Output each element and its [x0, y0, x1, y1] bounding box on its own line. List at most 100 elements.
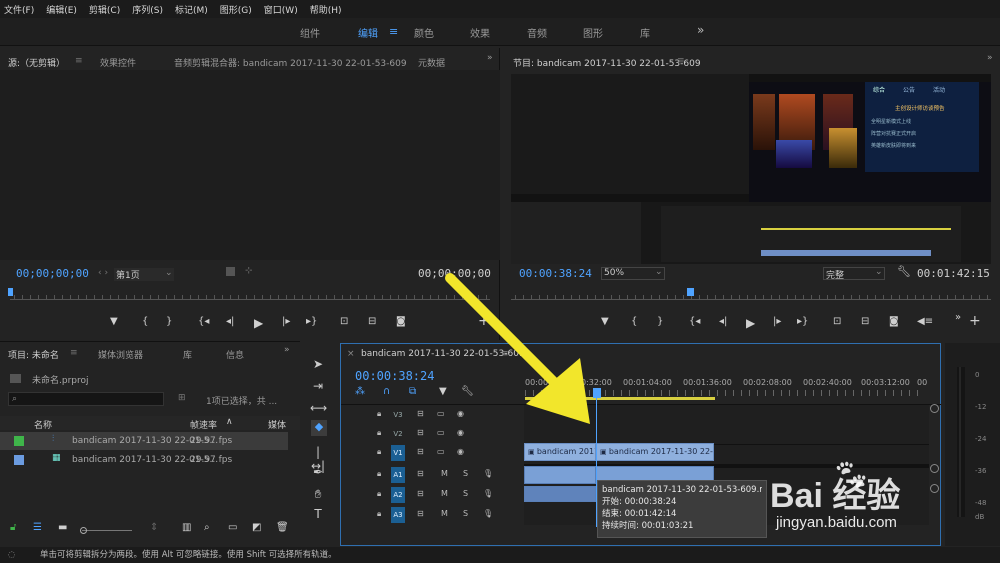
solo-button[interactable]: S: [463, 469, 468, 478]
camera-icon[interactable]: ◙: [396, 316, 406, 327]
menu-item[interactable]: 文件(F): [4, 3, 34, 16]
marker-icon[interactable]: ▼: [110, 316, 118, 327]
menu-item[interactable]: 序列(S): [132, 3, 163, 16]
type-tool-icon[interactable]: T: [310, 507, 326, 521]
menu-item[interactable]: 剪辑(C): [89, 3, 120, 16]
project-search-input[interactable]: ⌕: [8, 392, 164, 406]
mute-button[interactable]: M: [441, 509, 448, 518]
find-icon[interactable]: ⌕: [204, 522, 210, 533]
chevron-down-icon[interactable]: ⌄: [165, 268, 173, 278]
tab-media-browser[interactable]: 媒体浏览器: [98, 348, 143, 361]
add-button-icon[interactable]: +: [969, 313, 981, 329]
tab-metadata[interactable]: 元数据: [418, 56, 445, 69]
source-menu-icon[interactable]: ≡: [75, 56, 83, 66]
sync-lock-icon[interactable]: ⊟: [417, 447, 424, 456]
menu-item[interactable]: 帮助(H): [310, 3, 342, 16]
mark-out-icon[interactable]: }: [657, 316, 663, 327]
track-target-button[interactable]: A3: [391, 507, 405, 523]
mic-icon[interactable]: 🎙︎: [483, 469, 493, 478]
project-menu-icon[interactable]: ≡: [70, 348, 78, 358]
menu-item[interactable]: 图形(G): [220, 3, 252, 16]
sync-lock-icon[interactable]: ⊟: [417, 409, 424, 418]
tab-audio-clip-mixer[interactable]: 音频剪辑混合器: bandicam 2017-11-30 22-01-53-60…: [174, 56, 407, 69]
step-forward-icon[interactable]: |▸: [282, 316, 290, 327]
list-view-icon[interactable]: ☰: [33, 522, 42, 533]
hand-tool-icon[interactable]: ✋︎: [310, 487, 326, 502]
tab-libraries[interactable]: 库: [183, 348, 192, 361]
compare-icon[interactable]: ◀≡: [917, 316, 933, 327]
overwrite-icon[interactable]: ⊟: [368, 316, 376, 327]
lock-icon[interactable]: 🔒︎: [377, 509, 381, 519]
workspace-tab-graphics[interactable]: 图形: [583, 25, 603, 40]
workspace-tab-editing[interactable]: 编辑: [358, 25, 378, 40]
settings-icon[interactable]: ⊹: [245, 266, 253, 276]
workspace-more-icon[interactable]: »: [697, 23, 704, 37]
lock-icon[interactable]: 🔒︎: [377, 469, 381, 479]
track-target-button[interactable]: V3: [391, 407, 405, 423]
selection-tool-icon[interactable]: ➤: [310, 357, 326, 371]
track-target-button[interactable]: A2: [391, 487, 405, 503]
project-item[interactable]: ▦ bandicam 2017-11-30 22-01-5... 29.97 f…: [0, 451, 288, 469]
zoom-slider-handle[interactable]: [80, 527, 87, 534]
icon-view-icon[interactable]: ▬: [58, 522, 67, 533]
sync-lock-icon[interactable]: ⊟: [417, 428, 424, 437]
label-color-swatch[interactable]: [14, 436, 24, 446]
go-out-icon[interactable]: ▸}: [797, 316, 808, 327]
program-playhead[interactable]: [687, 288, 694, 296]
close-icon[interactable]: ×: [347, 349, 355, 359]
tab-effect-controls[interactable]: 效果控件: [100, 56, 136, 69]
go-in-icon[interactable]: {◂: [198, 316, 209, 327]
snap-icon[interactable]: ∩: [383, 386, 390, 397]
source-time-ruler[interactable]: [10, 288, 490, 300]
linked-selection-icon[interactable]: ⧉: [409, 386, 416, 397]
lock-icon[interactable]: 🔒︎: [377, 447, 381, 457]
lock-icon[interactable]: 🔓︎: [10, 522, 16, 533]
mute-button[interactable]: M: [441, 469, 448, 478]
menu-item[interactable]: 标记(M): [175, 3, 208, 16]
workspace-tab-color[interactable]: 颜色: [414, 25, 434, 40]
timeline-timecode[interactable]: 00:00:38:24: [355, 369, 434, 383]
nest-icon[interactable]: ⁂: [355, 386, 365, 397]
tab-program[interactable]: 节目: bandicam 2017-11-30 22-01-53-609: [513, 56, 701, 69]
solo-button[interactable]: S: [463, 509, 468, 518]
mark-in-icon[interactable]: {: [631, 316, 637, 327]
step-forward-icon[interactable]: |▸: [773, 316, 781, 327]
workspace-tab-libraries[interactable]: 库: [640, 25, 650, 40]
mic-icon[interactable]: 🎙︎: [483, 489, 493, 498]
automate-icon[interactable]: ▥: [182, 522, 191, 533]
safe-margin-icon[interactable]: [226, 267, 235, 276]
step-back-icon[interactable]: ◂|: [719, 316, 727, 327]
play-icon[interactable]: ▶: [254, 316, 263, 330]
bin-icon[interactable]: ⊞: [178, 393, 186, 403]
panel-more-icon[interactable]: »: [487, 53, 493, 63]
source-playhead[interactable]: [8, 288, 13, 296]
insert-icon[interactable]: ⊡: [340, 316, 348, 327]
tab-project[interactable]: 项目: 未命名: [8, 348, 59, 361]
lock-icon[interactable]: 🔒︎: [377, 489, 381, 499]
sync-lock-icon[interactable]: ⊟: [417, 509, 424, 518]
sort-icon[interactable]: ⇕: [150, 522, 158, 533]
play-icon[interactable]: ▶: [746, 316, 755, 330]
mute-button[interactable]: M: [441, 489, 448, 498]
source-timecode[interactable]: 00;00;00;00: [16, 267, 89, 280]
program-menu-icon[interactable]: ≡: [677, 56, 685, 66]
chevron-down-icon[interactable]: ⌄: [655, 267, 663, 277]
new-item-icon[interactable]: ◩: [252, 522, 261, 533]
audio-clip[interactable]: [524, 486, 596, 502]
menu-item[interactable]: 编辑(E): [46, 3, 77, 16]
col-media[interactable]: 媒体: [268, 418, 286, 431]
track-target-button[interactable]: V1: [391, 445, 405, 461]
workspace-tab-assembly[interactable]: 组件: [300, 25, 320, 40]
razor-tool-icon[interactable]: ◆: [311, 420, 327, 436]
project-item[interactable]: ⫶ bandicam 2017-11-30 22-01-5... 29.97 f…: [0, 432, 288, 450]
ripple-edit-tool-icon[interactable]: ⟷: [310, 401, 327, 415]
panel-more-icon[interactable]: »: [284, 345, 290, 355]
page-prev-icon[interactable]: ‹ ›: [98, 268, 108, 278]
mic-icon[interactable]: 🎙︎: [483, 509, 493, 518]
tab-source[interactable]: 源:（无剪辑）: [8, 56, 65, 69]
workspace-tab-effects[interactable]: 效果: [470, 25, 490, 40]
trash-icon[interactable]: 🗑︎: [276, 522, 289, 533]
sync-lock-icon[interactable]: ⊟: [417, 489, 424, 498]
wrench-icon[interactable]: 🔧︎: [897, 265, 911, 278]
zoom-slider[interactable]: [82, 530, 132, 531]
